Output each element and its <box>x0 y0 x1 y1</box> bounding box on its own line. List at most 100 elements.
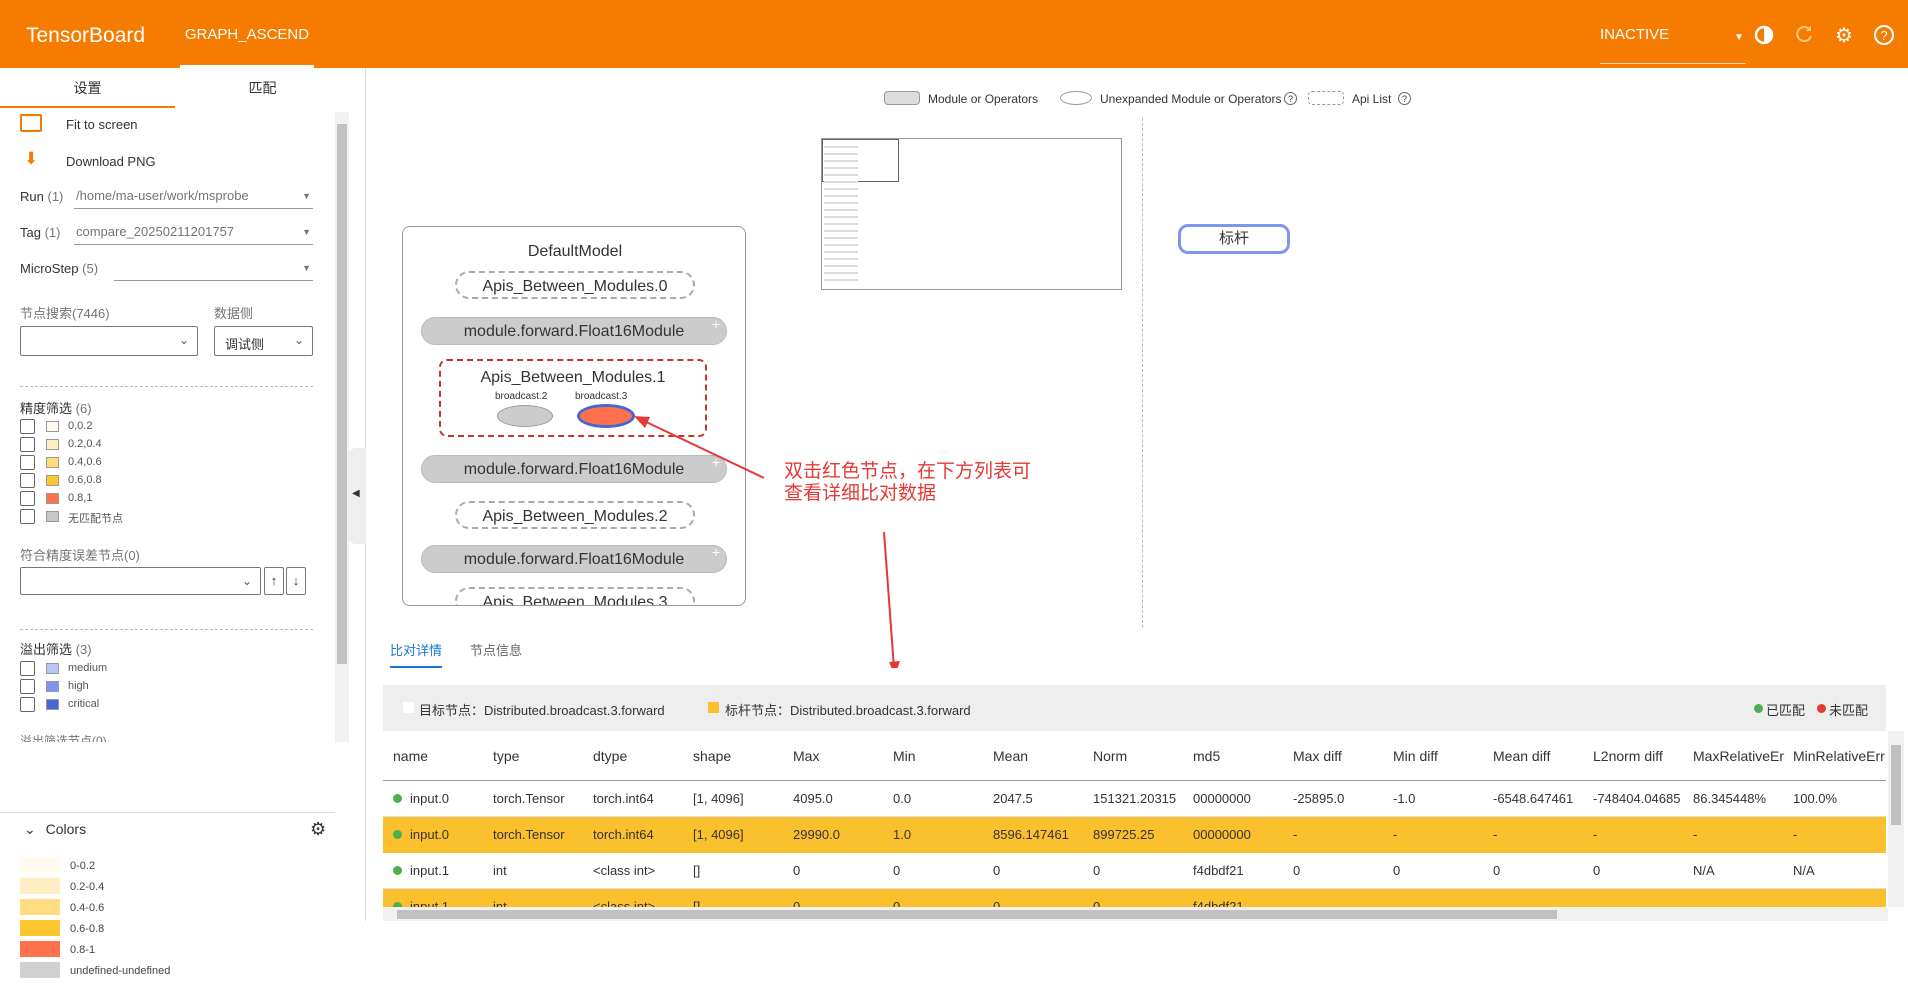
tab-settings[interactable]: 设置 <box>0 68 175 108</box>
column-header[interactable]: MinRelativeErr <box>1793 731 1885 780</box>
sidebar-collapse-handle[interactable]: ◀ <box>348 448 366 544</box>
checkbox[interactable] <box>20 661 35 676</box>
download-icon: ⬇ <box>24 149 39 168</box>
microstep-label: MicroStep (5) <box>20 261 99 276</box>
chevron-down-icon: ⌄ <box>178 333 189 347</box>
refresh-icon[interactable] <box>1792 24 1816 48</box>
table-cell: torch.int64 <box>593 791 654 806</box>
graph-canvas[interactable]: Module or Operators Unexpanded Module or… <box>366 68 1908 921</box>
sidebar-scrollbar[interactable] <box>335 112 349 742</box>
precision-error-label: 符合精度误差节点(0) <box>20 548 140 563</box>
table-hscroll[interactable] <box>383 907 1888 921</box>
table-cell: f4dbdf21 <box>1193 863 1244 878</box>
filter-item-label: 0.8,1 <box>68 492 93 504</box>
checkbox[interactable] <box>20 679 35 694</box>
checkbox[interactable] <box>20 455 35 470</box>
filter-item-label: medium <box>68 662 108 674</box>
overflow-nodes-label: 溢出筛选节点(0) <box>20 734 107 742</box>
color-legend-label: 0.4-0.6 <box>70 902 105 914</box>
matched-legend: 已匹配 <box>1766 703 1806 718</box>
prev-node-button[interactable]: ↑ <box>264 567 284 595</box>
checkbox[interactable] <box>20 473 35 488</box>
column-header[interactable]: L2norm diff <box>1593 731 1685 780</box>
color-swatch <box>46 457 59 468</box>
colors-toggle[interactable]: ⌄ Colors <box>24 821 86 838</box>
fit-to-screen-label: Fit to screen <box>66 117 138 132</box>
color-legend-label: 0-0.2 <box>70 860 96 872</box>
table-cell: - <box>1693 827 1698 842</box>
table-row[interactable]: input.1 int <class int> [] 0 0 0 0 f4dbdf21 0 0 0 0 N… <box>383 853 1886 889</box>
run-select[interactable]: /home/ma-user/work/msprobe ▼ <box>74 185 313 209</box>
chevron-down-icon: ⌄ <box>241 574 252 588</box>
settings-icon[interactable]: ⚙ <box>1832 24 1856 48</box>
fit-to-screen-button[interactable]: Fit to screen <box>20 114 270 136</box>
help-icon[interactable]: ? <box>1872 24 1896 48</box>
precision-filter-item[interactable]: 0.2,0.4 <box>20 435 220 453</box>
precision-filter-item[interactable]: 0.8,1 <box>20 489 220 507</box>
column-header[interactable]: md5 <box>1193 731 1285 780</box>
brand-title: TensorBoard <box>26 24 146 47</box>
table-cell: - <box>1793 899 1798 907</box>
overflow-filter-item[interactable]: high <box>20 677 220 695</box>
table-cell: 0.0 <box>893 791 912 806</box>
bench-row[interactable]: input.0 torch.Tensor torch.int64 [1, 4096] 2… <box>383 817 1886 853</box>
table-cell: 0 <box>1493 863 1501 878</box>
node-search-select[interactable]: ⌄ <box>20 326 198 356</box>
table-cell: 0 <box>893 863 901 878</box>
bench-row[interactable]: input.1 int <class int> [] 0 0 0 0 f4dbdf21 - - - - -… <box>383 889 1886 907</box>
table-row[interactable]: input.0 torch.Tensor torch.int64 [1, 4096] 4… <box>383 781 1886 817</box>
table-cell: -1.0 <box>1393 791 1416 806</box>
column-header[interactable]: MaxRelativeErr <box>1693 731 1785 780</box>
tab-graph-ascend[interactable]: GRAPH_ASCEND <box>180 0 314 68</box>
color-legend-item: 0.2-0.4 <box>20 878 240 895</box>
data-side-select[interactable]: 调试侧 ⌄ <box>214 326 313 356</box>
precision-filter-item[interactable]: 0.6,0.8 <box>20 471 220 489</box>
target-node-swatch <box>403 702 414 713</box>
column-header[interactable]: shape <box>693 731 785 780</box>
color-swatch <box>46 421 59 432</box>
precision-filter-item[interactable]: 0.4,0.6 <box>20 453 220 471</box>
column-header[interactable]: Min diff <box>1393 731 1485 780</box>
table-cell: 00000000 <box>1193 827 1251 842</box>
table-vscroll[interactable] <box>1888 731 1904 907</box>
download-png-button[interactable]: ⬇ Download PNG <box>20 149 270 173</box>
precision-filter-item[interactable]: 无匹配节点 <box>20 507 220 525</box>
table-cell: [] <box>693 899 701 907</box>
checkbox[interactable] <box>20 509 35 524</box>
theme-icon[interactable] <box>1752 24 1776 48</box>
column-header[interactable]: Max diff <box>1293 731 1385 780</box>
overflow-filter-item[interactable]: critical <box>20 695 220 713</box>
checkbox[interactable] <box>20 491 35 506</box>
table-header: name type dtype shape Max Min Mean Norm md5 Max d… <box>383 731 1886 781</box>
precision-filter-item[interactable]: 0,0.2 <box>20 417 220 435</box>
table-cell: 4095.0 <box>793 791 833 806</box>
color-swatch <box>46 511 59 522</box>
column-header[interactable]: Mean <box>993 731 1085 780</box>
column-header[interactable]: name <box>393 731 485 780</box>
checkbox[interactable] <box>20 437 35 452</box>
tab-compare-details[interactable]: 比对详情 <box>390 640 443 668</box>
status-select[interactable]: INACTIVE ▼ <box>1600 26 1746 64</box>
cell-text: input.0 <box>410 827 450 842</box>
column-header[interactable]: dtype <box>593 731 685 780</box>
column-header[interactable]: Max <box>793 731 885 780</box>
tag-select[interactable]: compare_20250211201757 ▼ <box>74 221 313 245</box>
color-legend-item: 0.6-0.8 <box>20 920 240 937</box>
table-cell: 151321.20315 <box>1093 791 1177 806</box>
gear-icon[interactable]: ⚙ <box>310 819 326 840</box>
tab-node-info[interactable]: 节点信息 <box>470 640 522 668</box>
column-header[interactable]: type <box>493 731 585 780</box>
column-header[interactable]: Min <box>893 731 985 780</box>
column-header[interactable]: Mean diff <box>1493 731 1585 780</box>
top-bar: TensorBoard GRAPH_ASCEND INACTIVE ▼ ⚙ ? <box>0 0 1908 68</box>
microstep-select[interactable]: ▼ <box>114 257 313 281</box>
next-node-button[interactable]: ↓ <box>286 567 306 595</box>
precision-error-select[interactable]: ⌄ <box>20 567 261 595</box>
checkbox[interactable] <box>20 419 35 434</box>
color-legend-label: undefined-undefined <box>70 965 171 977</box>
tab-match[interactable]: 匹配 <box>175 68 350 108</box>
data-side-label: 数据侧 <box>214 306 254 321</box>
overflow-filter-item[interactable]: medium <box>20 659 220 677</box>
column-header[interactable]: Norm <box>1093 731 1185 780</box>
checkbox[interactable] <box>20 697 35 712</box>
